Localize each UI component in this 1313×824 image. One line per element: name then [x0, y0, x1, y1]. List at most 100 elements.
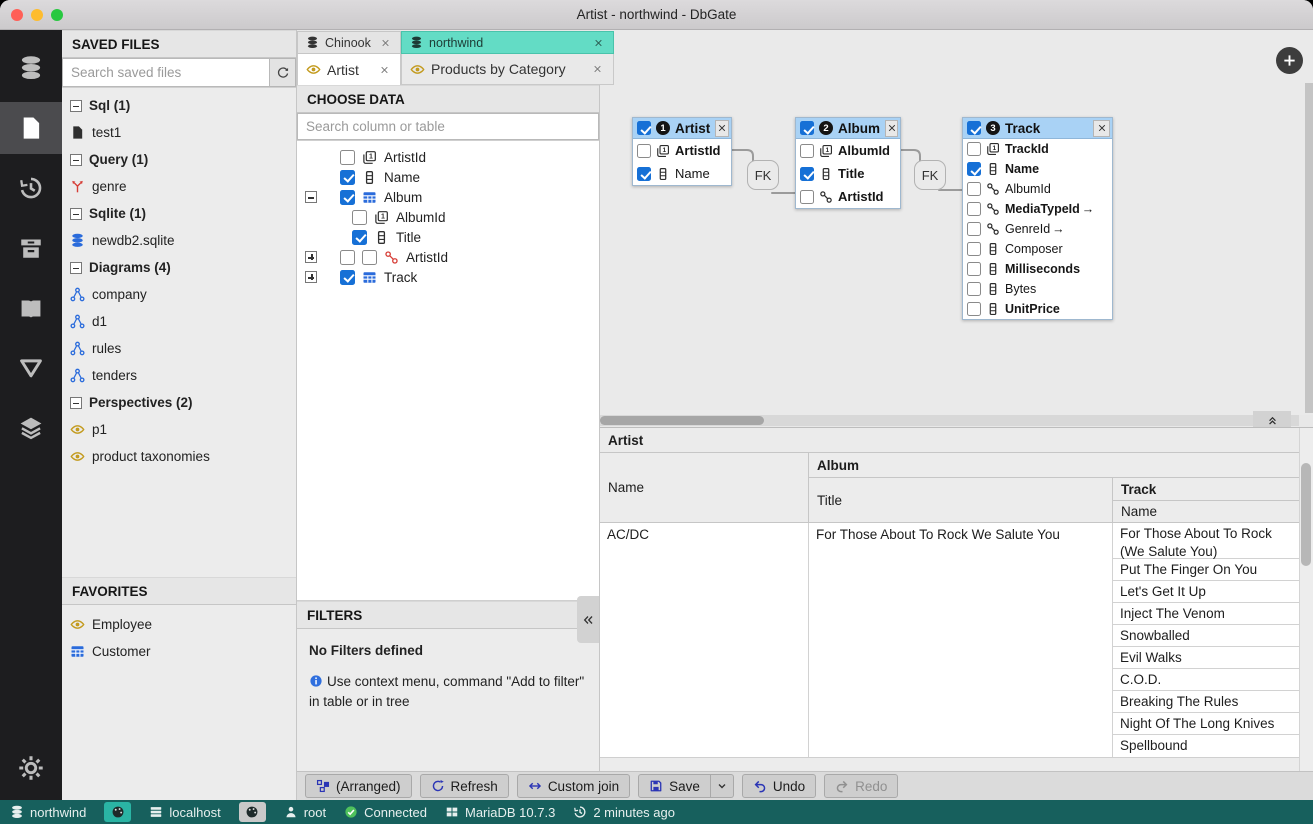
- expand-expander-icon[interactable]: [305, 251, 317, 263]
- tree-group-diagrams[interactable]: Diagrams (4): [62, 254, 296, 281]
- column-row[interactable]: Bytes: [963, 279, 1112, 299]
- designer-canvas[interactable]: FK FK 1 Artist ArtistId Name 2 Album: [600, 30, 1313, 415]
- column-row[interactable]: Composer: [963, 239, 1112, 259]
- tab-connection-northwind[interactable]: northwind: [401, 31, 614, 54]
- column-row[interactable]: ArtistId: [796, 185, 900, 208]
- column-header-track-name[interactable]: Name: [1112, 501, 1299, 523]
- tree-item-rules[interactable]: rules: [62, 335, 296, 362]
- grid-cell-track[interactable]: Spellbound: [1113, 735, 1299, 757]
- column-header-artist-name[interactable]: Name: [600, 453, 808, 523]
- tree-col-title[interactable]: Title: [297, 227, 599, 247]
- grid-cell-track[interactable]: Night Of The Long Knives: [1113, 713, 1299, 735]
- column-header-album-title[interactable]: Title: [808, 478, 1112, 523]
- tree-col-albumid[interactable]: AlbumId: [297, 207, 599, 227]
- settings-gear-icon[interactable]: [0, 742, 62, 794]
- column-checkbox[interactable]: [967, 222, 981, 236]
- close-icon[interactable]: [377, 65, 392, 75]
- tab-file-artist[interactable]: Artist: [297, 54, 401, 85]
- column-checkbox[interactable]: [800, 144, 814, 158]
- redo-button[interactable]: Redo: [824, 774, 898, 798]
- grid-cell-artist-name[interactable]: AC/DC: [600, 523, 808, 757]
- tree-group-perspectives[interactable]: Perspectives (2): [62, 389, 296, 416]
- grid-cell-track[interactable]: Evil Walks: [1113, 647, 1299, 669]
- column-checkbox[interactable]: [967, 242, 981, 256]
- tree-item-product-taxonomies[interactable]: product taxonomies: [62, 443, 296, 470]
- column-checkbox[interactable]: [800, 190, 814, 204]
- column-row[interactable]: MediaTypeId: [963, 199, 1112, 219]
- column-checkbox[interactable]: [800, 167, 814, 181]
- undo-button[interactable]: Undo: [742, 774, 816, 798]
- tree-group-query[interactable]: Query (1): [62, 146, 296, 173]
- fk-checkbox[interactable]: [340, 250, 355, 265]
- reload-icon[interactable]: [270, 58, 296, 87]
- favorite-customer[interactable]: Customer: [62, 638, 296, 665]
- tree-table-track[interactable]: Track: [297, 267, 599, 287]
- close-icon[interactable]: [885, 120, 898, 137]
- column-row[interactable]: AlbumId: [963, 179, 1112, 199]
- close-icon[interactable]: [1093, 120, 1110, 137]
- save-dropdown-button[interactable]: [711, 774, 734, 798]
- close-icon[interactable]: [379, 38, 392, 48]
- column-row[interactable]: GenreId: [963, 219, 1112, 239]
- palette-button-active[interactable]: [104, 802, 131, 822]
- tab-file-products-by-category[interactable]: Products by Category: [401, 54, 614, 85]
- close-icon[interactable]: [590, 64, 605, 74]
- column-checkbox[interactable]: [340, 170, 355, 185]
- tree-item-genre[interactable]: genre: [62, 173, 296, 200]
- column-row[interactable]: Name: [633, 162, 731, 185]
- tree-item-company[interactable]: company: [62, 281, 296, 308]
- designer-table-artist[interactable]: 1 Artist ArtistId Name: [632, 117, 732, 186]
- column-checkbox[interactable]: [352, 210, 367, 225]
- column-checkbox[interactable]: [340, 150, 355, 165]
- canvas-vertical-scrollbar[interactable]: [1305, 83, 1313, 413]
- grid-cell-track[interactable]: C.O.D.: [1113, 669, 1299, 691]
- table-checkbox[interactable]: [967, 121, 981, 135]
- tree-item-test1[interactable]: test1: [62, 119, 296, 146]
- tree-table-album[interactable]: Album: [297, 187, 599, 207]
- designer-table-album[interactable]: 2 Album AlbumId Title ArtistId: [795, 117, 901, 209]
- grid-cell-track[interactable]: Let's Get It Up: [1113, 581, 1299, 603]
- column-group-album[interactable]: Album: [808, 453, 1299, 478]
- column-checkbox[interactable]: [967, 162, 981, 176]
- nav-filter-icon[interactable]: [0, 338, 62, 398]
- table-checkbox[interactable]: [340, 190, 355, 205]
- tree-item-p1[interactable]: p1: [62, 416, 296, 443]
- column-checkbox[interactable]: [637, 167, 651, 181]
- column-checkbox[interactable]: [967, 142, 981, 156]
- column-row[interactable]: Title: [796, 162, 900, 185]
- column-checkbox[interactable]: [967, 282, 981, 296]
- column-checkbox[interactable]: [967, 262, 981, 276]
- fk-checkbox[interactable]: [362, 250, 377, 265]
- custom-join-button[interactable]: Custom join: [517, 774, 630, 798]
- nav-files-icon[interactable]: [0, 102, 62, 154]
- arranged-button[interactable]: (Arranged): [305, 774, 412, 798]
- favorite-employee[interactable]: Employee: [62, 611, 296, 638]
- column-checkbox[interactable]: [967, 202, 981, 216]
- nav-history-icon[interactable]: [0, 158, 62, 218]
- column-checkbox[interactable]: [352, 230, 367, 245]
- tree-fk-artistid[interactable]: ArtistId: [297, 247, 599, 267]
- grid-cell-track[interactable]: Breaking The Rules: [1113, 691, 1299, 713]
- maximize-window-button[interactable]: [51, 9, 63, 21]
- collapse-expander-icon[interactable]: [305, 191, 317, 203]
- designer-table-track[interactable]: 3 Track TrackId Name AlbumId MediaTypeId…: [962, 117, 1113, 320]
- column-row[interactable]: Name: [963, 159, 1112, 179]
- collapse-expander-icon[interactable]: [70, 100, 82, 112]
- close-icon[interactable]: [592, 38, 605, 48]
- expand-expander-icon[interactable]: [305, 271, 317, 283]
- collapse-expander-icon[interactable]: [70, 208, 82, 220]
- close-icon[interactable]: [715, 120, 729, 137]
- column-row[interactable]: Milliseconds: [963, 259, 1112, 279]
- collapse-expander-icon[interactable]: [70, 154, 82, 166]
- tree-item-d1[interactable]: d1: [62, 308, 296, 335]
- table-checkbox[interactable]: [637, 121, 651, 135]
- collapse-panel-button[interactable]: [577, 596, 599, 643]
- tree-col-name[interactable]: Name: [297, 167, 599, 187]
- nav-layers-icon[interactable]: [0, 398, 62, 458]
- column-checkbox[interactable]: [967, 182, 981, 196]
- tree-item-newdb2[interactable]: newdb2.sqlite: [62, 227, 296, 254]
- column-row[interactable]: ArtistId: [633, 139, 731, 162]
- nav-archive-icon[interactable]: [0, 218, 62, 278]
- collapse-expander-icon[interactable]: [70, 397, 82, 409]
- grid-cell-track[interactable]: For Those About To Rock (We Salute You): [1113, 523, 1299, 559]
